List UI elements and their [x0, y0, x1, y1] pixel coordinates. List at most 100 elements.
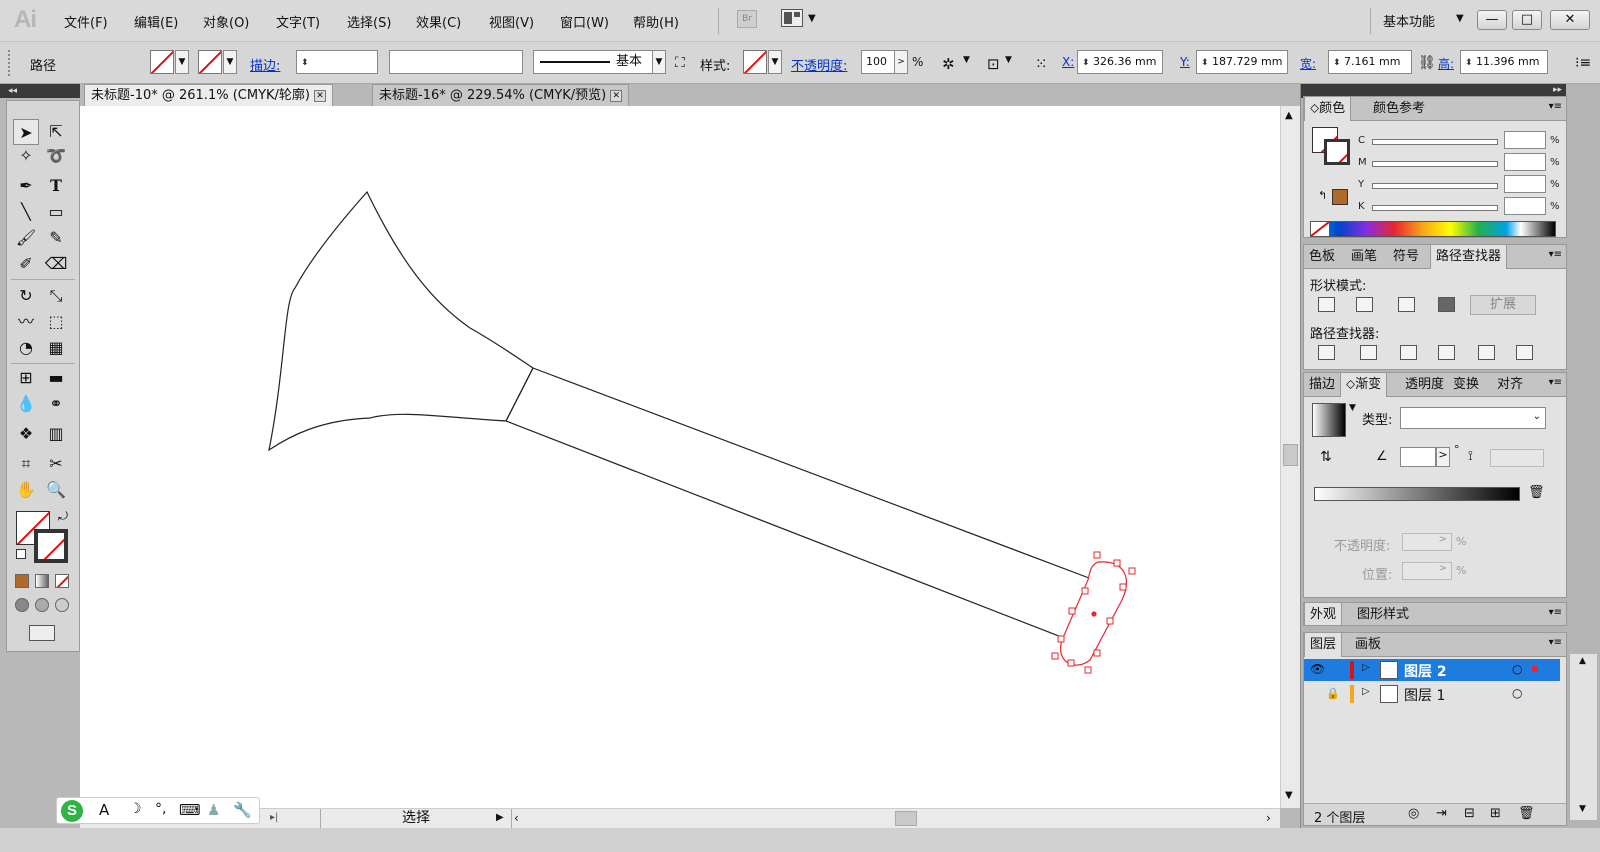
- chevron-down-icon[interactable]: ▼: [1005, 55, 1012, 65]
- pencil-tool-icon[interactable]: ✎: [43, 225, 69, 251]
- chevron-down-icon[interactable]: ▼: [963, 55, 970, 65]
- pen-tool-icon[interactable]: ✒: [13, 173, 39, 199]
- minus-back-icon[interactable]: [1516, 345, 1533, 360]
- blob-brush-tool-icon[interactable]: ✐: [13, 251, 39, 277]
- tab-symbols[interactable]: 符号: [1388, 245, 1424, 269]
- symbol-sprayer-tool-icon[interactable]: ❖: [13, 421, 39, 447]
- color-spectrum[interactable]: [1310, 221, 1556, 237]
- tab-gradient[interactable]: ⬦渐变: [1340, 373, 1388, 397]
- delete-layer-icon[interactable]: 🗑: [1518, 806, 1535, 821]
- tab-brushes[interactable]: 画笔: [1346, 245, 1382, 269]
- intersect-icon[interactable]: [1398, 297, 1415, 312]
- wrench-icon[interactable]: 🔧: [233, 801, 252, 819]
- vertical-scrollbar[interactable]: ▲ ▼: [1280, 106, 1300, 808]
- out-of-gamut-icon[interactable]: ↰: [1318, 189, 1327, 202]
- bridge-icon[interactable]: Br: [737, 10, 757, 28]
- eraser-tool-icon[interactable]: ⌫: [43, 251, 69, 277]
- artboard-tool-icon[interactable]: ⌗: [13, 451, 39, 477]
- gradient-slider[interactable]: [1314, 487, 1520, 501]
- width-label[interactable]: 宽:: [1300, 55, 1316, 72]
- layers-scrollbar[interactable]: ▲ ▼: [1569, 654, 1597, 820]
- direct-selection-tool-icon[interactable]: ⇱: [43, 119, 69, 145]
- tab-transform[interactable]: 变换: [1448, 373, 1484, 397]
- toolbar-header[interactable]: ◂◂: [0, 84, 80, 98]
- brush-options-icon[interactable]: ⛶: [675, 55, 685, 71]
- scroll-up-icon[interactable]: ▲: [1285, 110, 1293, 121]
- mesh-tool-icon[interactable]: ⊞: [13, 365, 39, 391]
- stroke-box[interactable]: [1324, 139, 1350, 165]
- eyedropper-tool-icon[interactable]: 💧: [13, 391, 39, 417]
- tab-graphic-styles[interactable]: 图形样式: [1352, 603, 1414, 625]
- visibility-eye-icon[interactable]: 👁: [1310, 662, 1325, 676]
- panel-menu-icon[interactable]: ▾≡: [1549, 377, 1562, 388]
- stroke-swatch[interactable]: [198, 50, 222, 74]
- selection-indicator[interactable]: [1532, 666, 1538, 672]
- lock-icon[interactable]: 🔒: [1326, 687, 1340, 700]
- tab-transparency[interactable]: 透明度: [1400, 373, 1449, 397]
- draw-behind-icon[interactable]: [35, 598, 49, 612]
- layer-row[interactable]: 👁 ▷ 图层 2 ○: [1304, 659, 1560, 681]
- arrange-documents-icon[interactable]: [781, 9, 803, 27]
- height-field[interactable]: ⬍ 11.396 mm: [1460, 50, 1548, 74]
- tab-align[interactable]: 对齐: [1492, 373, 1528, 397]
- blend-tool-icon[interactable]: ⚭: [43, 391, 69, 417]
- perspective-grid-tool-icon[interactable]: ▦: [43, 335, 69, 361]
- target-icon[interactable]: ○: [1512, 686, 1522, 700]
- gradient-preview-dropdown[interactable]: ▼: [1349, 403, 1356, 413]
- scale-tool-icon[interactable]: ⤡: [43, 283, 69, 309]
- scroll-left-icon[interactable]: ‹: [514, 811, 519, 825]
- rotate-tool-icon[interactable]: ↻: [13, 283, 39, 309]
- new-layer-icon[interactable]: ⊞: [1490, 806, 1501, 821]
- tab-layers[interactable]: 图层: [1304, 633, 1343, 657]
- stroke-weight-field[interactable]: ⬍: [296, 50, 378, 74]
- opacity-label[interactable]: 不透明度:: [791, 55, 847, 74]
- type-tool-icon[interactable]: T: [43, 173, 69, 199]
- create-sublayer-icon[interactable]: ⊟: [1464, 806, 1475, 821]
- height-label[interactable]: 高:: [1438, 55, 1454, 72]
- slider-track[interactable]: [1372, 139, 1498, 145]
- stroke-label[interactable]: 描边:: [250, 55, 280, 74]
- layer-name[interactable]: 图层 1: [1404, 685, 1445, 705]
- scroll-up-icon[interactable]: ▲: [1579, 656, 1586, 666]
- paintbrush-tool-icon[interactable]: 🖌: [13, 225, 39, 251]
- keyboard-icon[interactable]: ⌨: [179, 801, 201, 819]
- expand-triangle-icon[interactable]: ▷: [1362, 662, 1370, 673]
- scroll-thumb[interactable]: [895, 811, 917, 826]
- magic-wand-tool-icon[interactable]: ✧: [13, 143, 39, 169]
- cyan-value[interactable]: [1504, 131, 1546, 149]
- zoom-tool-icon[interactable]: 🔍: [43, 477, 69, 503]
- workspace-switcher[interactable]: 基本功能: [1383, 11, 1435, 30]
- user-icon[interactable]: ♟: [207, 801, 220, 819]
- menu-select[interactable]: 选择(S): [347, 12, 391, 31]
- horizontal-scrollbar[interactable]: ▸| 选择 ▶ ‹ ›: [80, 808, 1280, 828]
- x-field[interactable]: ⬍ 326.36 mm: [1077, 50, 1163, 74]
- lasso-tool-icon[interactable]: ➰: [43, 143, 69, 169]
- slider-track[interactable]: [1372, 161, 1498, 167]
- stroke-dropdown[interactable]: ▼: [223, 50, 237, 74]
- black-value[interactable]: [1504, 197, 1546, 215]
- fill-stroke-widget[interactable]: ⤾: [16, 509, 72, 567]
- delete-stop-icon[interactable]: 🗑: [1528, 485, 1545, 500]
- spinner-icon[interactable]: ⬍: [1201, 58, 1209, 68]
- fill-swatch[interactable]: [150, 50, 174, 74]
- menu-view[interactable]: 视图(V): [489, 12, 534, 31]
- exclude-icon[interactable]: [1438, 297, 1455, 312]
- gradient-mode-icon[interactable]: [35, 574, 49, 588]
- yellow-value[interactable]: [1504, 175, 1546, 193]
- draw-normal-icon[interactable]: [15, 598, 29, 612]
- sogou-logo-icon[interactable]: S: [61, 800, 83, 822]
- default-colors-icon[interactable]: [16, 549, 26, 559]
- menu-file[interactable]: 文件(F): [64, 12, 108, 31]
- width-field[interactable]: ⬍ 7.161 mm: [1328, 50, 1412, 74]
- grip-handle[interactable]: [8, 50, 12, 76]
- menu-help[interactable]: 帮助(H): [633, 12, 679, 31]
- reference-point-icon[interactable]: ⁙: [1035, 55, 1048, 73]
- screen-mode-icon[interactable]: [29, 625, 55, 641]
- draw-inside-icon[interactable]: [55, 598, 69, 612]
- tab-color-guide[interactable]: 颜色参考: [1368, 97, 1430, 121]
- merge-icon[interactable]: [1400, 345, 1417, 360]
- menu-window[interactable]: 窗口(W): [560, 12, 609, 31]
- column-graph-tool-icon[interactable]: ▥: [43, 421, 69, 447]
- angle-field[interactable]: [1400, 447, 1436, 467]
- opacity-arrow[interactable]: >: [894, 50, 908, 74]
